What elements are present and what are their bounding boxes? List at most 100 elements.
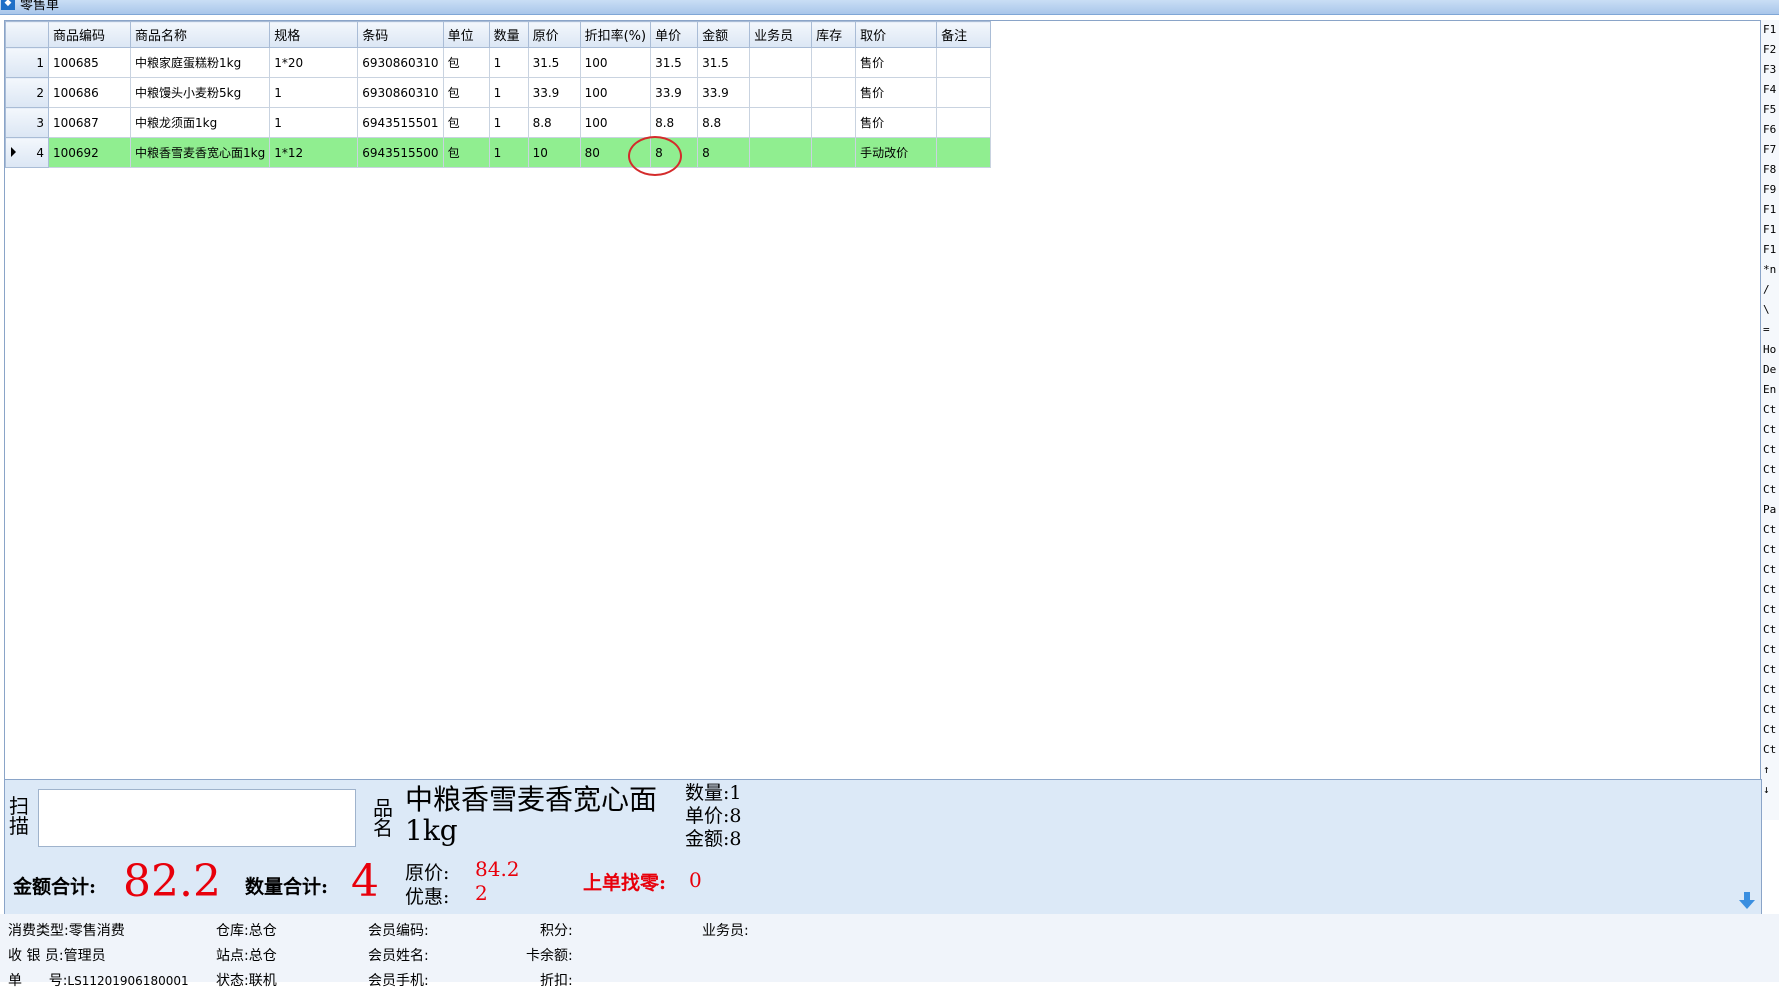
cell-salesman[interactable] xyxy=(749,47,813,78)
cell-code[interactable]: 100687 xyxy=(48,107,131,138)
cell-barcode[interactable]: 6943515500 xyxy=(357,137,444,168)
cell-spec[interactable]: 1*12 xyxy=(269,137,359,168)
cell-orig-price[interactable]: 8.8 xyxy=(527,107,581,138)
cell-code[interactable]: 100686 xyxy=(48,77,131,108)
hotkey-item: Ct xyxy=(1763,483,1777,496)
cell-remark[interactable] xyxy=(936,107,992,138)
hotkey-item: F9 xyxy=(1763,183,1777,196)
cell-unit-price[interactable]: 8.8 xyxy=(650,107,699,138)
cell-amount[interactable]: 33.9 xyxy=(697,77,751,108)
hotkey-item: Ct xyxy=(1763,603,1777,616)
cell-price-source[interactable]: 售价 xyxy=(855,77,938,108)
cell-orig-price[interactable]: 10 xyxy=(527,137,581,168)
hotkey-item: Pa xyxy=(1763,503,1777,516)
table-row-selected[interactable]: 4 100692 中粮香雪麦香宽心面1kg 1*12 6943515500 包 … xyxy=(5,137,992,168)
column-header-orig-price[interactable]: 原价 xyxy=(527,21,581,48)
hotkey-item: ↓ xyxy=(1763,783,1770,796)
cell-amount[interactable]: 8.8 xyxy=(697,107,751,138)
cell-spec[interactable]: 1 xyxy=(269,77,359,108)
column-header-price-source[interactable]: 取价 xyxy=(855,21,938,48)
cell-discount[interactable]: 100 xyxy=(579,47,652,78)
member-discount-label: 折扣: xyxy=(540,973,573,989)
cell-price-source[interactable]: 手动改价 xyxy=(855,137,938,168)
cell-spec[interactable]: 1 xyxy=(269,107,359,138)
cell-qty[interactable]: 1 xyxy=(488,137,529,168)
cell-unit[interactable]: 包 xyxy=(442,137,490,168)
row-number[interactable]: 2 xyxy=(5,77,49,108)
cell-salesman[interactable] xyxy=(749,107,813,138)
column-header-unit[interactable]: 单位 xyxy=(442,21,490,48)
cell-unit[interactable]: 包 xyxy=(442,107,490,138)
cell-unit[interactable]: 包 xyxy=(442,77,490,108)
cell-stock[interactable] xyxy=(811,137,857,168)
cell-name[interactable]: 中粮馒头小麦粉5kg xyxy=(129,77,271,108)
amount-label: 金额: xyxy=(685,828,730,850)
hotkey-item: F1 xyxy=(1763,243,1777,256)
cell-stock[interactable] xyxy=(811,47,857,78)
cell-orig-price[interactable]: 31.5 xyxy=(527,47,581,78)
header-rownum[interactable] xyxy=(5,21,49,48)
column-header-spec[interactable]: 规格 xyxy=(269,21,359,48)
cell-stock[interactable] xyxy=(811,107,857,138)
cell-unit[interactable]: 包 xyxy=(442,47,490,78)
cell-name[interactable]: 中粮龙须面1kg xyxy=(129,107,271,138)
product-grid[interactable]: 商品编码 商品名称 规格 条码 单位 数量 原价 折扣率(%) 单价 金额 业务… xyxy=(4,20,1762,780)
cell-barcode[interactable]: 6943515501 xyxy=(357,107,444,138)
column-header-code[interactable]: 商品编码 xyxy=(48,21,131,48)
column-header-stock[interactable]: 库存 xyxy=(811,21,857,48)
member-name: 会员姓名: xyxy=(368,945,429,965)
cell-name[interactable]: 中粮香雪麦香宽心面1kg xyxy=(129,137,271,168)
table-row[interactable]: 1 100685 中粮家庭蛋糕粉1kg 1*20 6930860310 包 1 … xyxy=(5,47,992,78)
hotkey-item: Ct xyxy=(1763,583,1777,596)
cell-salesman[interactable] xyxy=(749,77,813,108)
column-header-name[interactable]: 商品名称 xyxy=(129,21,271,48)
cell-qty[interactable]: 1 xyxy=(488,107,529,138)
cell-barcode[interactable]: 6930860310 xyxy=(357,77,444,108)
cell-unit-price[interactable]: 31.5 xyxy=(650,47,699,78)
cell-amount[interactable]: 31.5 xyxy=(697,47,751,78)
column-header-salesman[interactable]: 业务员 xyxy=(749,21,813,48)
cell-orig-price[interactable]: 33.9 xyxy=(527,77,581,108)
cell-stock[interactable] xyxy=(811,77,857,108)
cell-discount[interactable]: 100 xyxy=(579,107,652,138)
cell-remark[interactable] xyxy=(936,47,992,78)
column-header-discount[interactable]: 折扣率(%) xyxy=(579,21,652,48)
orig-price-label: 原价: xyxy=(405,862,450,884)
cell-code[interactable]: 100692 xyxy=(48,137,131,168)
row-number[interactable]: 4 xyxy=(5,137,49,168)
cell-salesman[interactable] xyxy=(749,137,813,168)
cell-unit-price[interactable]: 33.9 xyxy=(650,77,699,108)
column-header-barcode[interactable]: 条码 xyxy=(357,21,444,48)
table-row[interactable]: 2 100686 中粮馒头小麦粉5kg 1 6930860310 包 1 33.… xyxy=(5,77,992,108)
row-number[interactable]: 3 xyxy=(5,107,49,138)
cell-remark[interactable] xyxy=(936,77,992,108)
orig-price-value: 84.2 xyxy=(475,857,520,881)
column-header-amount[interactable]: 金额 xyxy=(697,21,751,48)
column-header-remark[interactable]: 备注 xyxy=(936,21,992,48)
hotkey-item: F4 xyxy=(1763,83,1777,96)
cell-amount[interactable]: 8 xyxy=(697,137,751,168)
row-number[interactable]: 1 xyxy=(5,47,49,78)
total-amount-value: 82.2 xyxy=(123,856,221,907)
cell-spec[interactable]: 1*20 xyxy=(269,47,359,78)
scan-input[interactable] xyxy=(38,789,356,847)
column-header-unit-price[interactable]: 单价 xyxy=(650,21,699,48)
cell-code[interactable]: 100685 xyxy=(48,47,131,78)
hotkey-item: F1 xyxy=(1763,23,1777,36)
cell-discount[interactable]: 100 xyxy=(579,77,652,108)
hotkey-item: F5 xyxy=(1763,103,1777,116)
scroll-down-arrow-icon[interactable] xyxy=(1739,892,1755,910)
cell-price-source[interactable]: 售价 xyxy=(855,107,938,138)
hotkey-item: = xyxy=(1763,323,1770,336)
cell-barcode[interactable]: 6930860310 xyxy=(357,47,444,78)
consume-type-label: 消费类型: xyxy=(8,923,69,939)
cell-price-source[interactable]: 售价 xyxy=(855,47,938,78)
cell-qty[interactable]: 1 xyxy=(488,47,529,78)
cell-remark[interactable] xyxy=(936,137,992,168)
cell-qty[interactable]: 1 xyxy=(488,77,529,108)
table-row[interactable]: 3 100687 中粮龙须面1kg 1 6943515501 包 1 8.8 1… xyxy=(5,107,992,138)
column-header-qty[interactable]: 数量 xyxy=(488,21,529,48)
window-title: 零售单 xyxy=(20,0,60,13)
hotkey-item: Ct xyxy=(1763,423,1777,436)
cell-name[interactable]: 中粮家庭蛋糕粉1kg xyxy=(129,47,271,78)
